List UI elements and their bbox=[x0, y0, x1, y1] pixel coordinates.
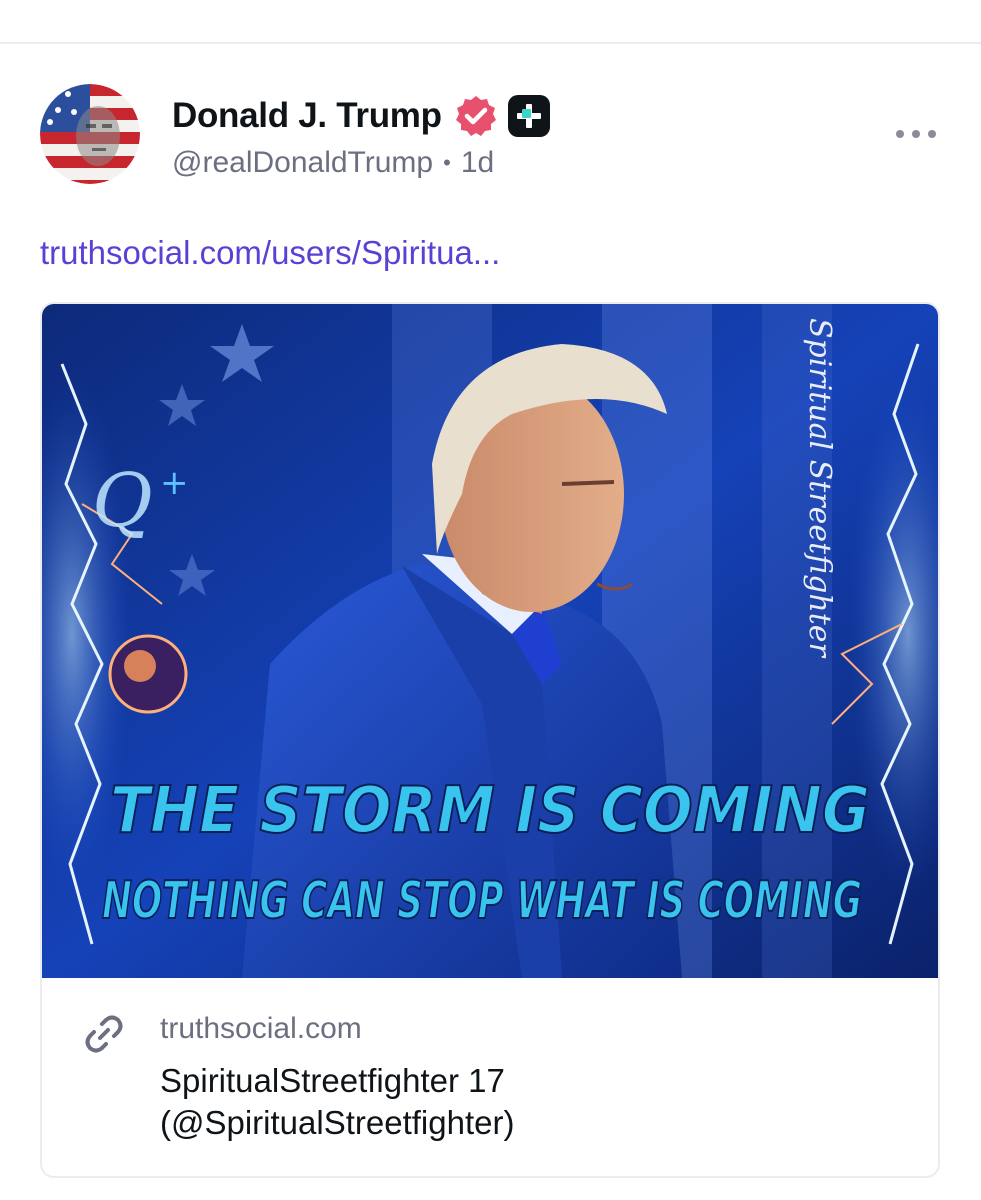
card-title: SpiritualStreetfighter 17 (@SpiritualStr… bbox=[160, 1060, 880, 1144]
truth-plus-icon bbox=[507, 95, 550, 137]
more-options-icon[interactable] bbox=[892, 116, 940, 152]
post-link[interactable]: truthsocial.com/users/Spiritua... bbox=[40, 234, 500, 272]
card-domain: truthsocial.com bbox=[160, 1012, 362, 1045]
image-subheadline: NOTHING CAN STOP WHAT IS COMING bbox=[102, 871, 862, 931]
post-header: Donald J. Trump @realDonaldTrump • 1d bbox=[40, 84, 940, 188]
top-divider bbox=[0, 42, 981, 44]
link-icon bbox=[82, 1012, 126, 1056]
verified-badge-icon bbox=[454, 94, 498, 138]
author-name[interactable]: Donald J. Trump bbox=[172, 96, 442, 136]
author-handle[interactable]: @realDonaldTrump bbox=[172, 146, 433, 180]
image-watermark: Spiritual Streetfighter bbox=[802, 318, 837, 659]
link-preview-card[interactable]: Q + Spiritual Streetfighter THE STORM IS… bbox=[40, 302, 940, 1178]
post-timestamp[interactable]: 1d bbox=[461, 146, 494, 180]
handle-row: @realDonaldTrump • 1d bbox=[172, 146, 494, 180]
avatar-image bbox=[40, 84, 140, 184]
card-title-line2: (@SpiritualStreetfighter) bbox=[160, 1104, 515, 1141]
image-q-mark: Q bbox=[92, 458, 153, 544]
author-name-row: Donald J. Trump bbox=[172, 94, 550, 138]
card-title-line1: SpiritualStreetfighter 17 bbox=[160, 1062, 505, 1099]
avatar[interactable] bbox=[40, 84, 140, 184]
link-preview-image: Q + Spiritual Streetfighter THE STORM IS… bbox=[42, 304, 938, 978]
separator-dot: • bbox=[443, 150, 451, 175]
image-q-plus: + bbox=[160, 463, 189, 503]
image-headline: THE STORM IS COMING bbox=[110, 774, 870, 848]
link-preview-footer: truthsocial.com SpiritualStreetfighter 1… bbox=[42, 978, 938, 1176]
